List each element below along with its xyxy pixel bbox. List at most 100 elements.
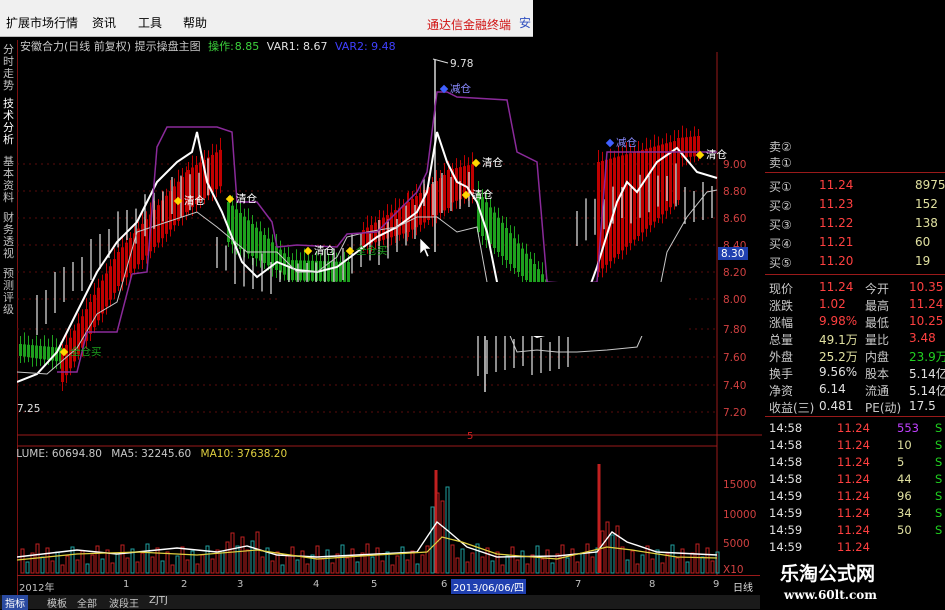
- volume-bar: [635, 563, 640, 574]
- volume-bar: [410, 550, 415, 574]
- volume-bar: [405, 559, 410, 574]
- volume-bar: [330, 562, 335, 574]
- volume-ma-lines: [17, 520, 718, 561]
- side-tab-fundamentals[interactable]: 基本资料: [2, 156, 15, 204]
- volume-bar: [515, 559, 520, 574]
- side-tab-financial[interactable]: 财务透视: [2, 212, 15, 260]
- occluding-overlay: [277, 282, 687, 336]
- volume-bar: [590, 556, 595, 574]
- tab-indicator[interactable]: 指标: [2, 595, 28, 610]
- tab-template[interactable]: 模板: [44, 595, 70, 610]
- volume-bar: [115, 553, 120, 574]
- volume-bar: [85, 563, 90, 574]
- buy-level-label: 买②: [769, 199, 792, 213]
- volume-bar: [95, 545, 100, 574]
- buy-level-label: 买④: [769, 237, 792, 251]
- side-tab-bar: 分时走势 技术分析 基本资料 财务透视 预测评级: [0, 40, 18, 595]
- volume-bar: [545, 549, 550, 574]
- buy-level-label: 买⑤: [769, 256, 792, 270]
- tick-time: 14:59: [769, 523, 803, 537]
- volume-bar: [390, 564, 395, 574]
- volume-bar: [320, 558, 325, 574]
- signal-label: 全仓买: [70, 345, 102, 358]
- volume-bar: [420, 554, 425, 574]
- tick-time: 14:58: [769, 472, 803, 486]
- buy-level-price: 11.21: [819, 235, 854, 249]
- buy-level-row: 买① 11.24 8975: [765, 176, 945, 196]
- volume-bar: [625, 559, 630, 574]
- volume-bar: [40, 556, 45, 574]
- signal-label: 清仓: [472, 188, 493, 201]
- stat-value: 3.48: [909, 331, 936, 345]
- volume-bar: [560, 544, 565, 574]
- volume-bar: [350, 548, 355, 574]
- volume-bar: [505, 555, 510, 574]
- volume-bar: [615, 525, 620, 574]
- volume-bar: [345, 557, 350, 574]
- buy-level-label: 买①: [769, 180, 792, 194]
- volume-bar: [620, 546, 625, 574]
- buy-level-row: 买② 11.23 152: [765, 195, 945, 215]
- tick-row: 14:59 11.24 96 S: [765, 488, 945, 504]
- volume-bar: [255, 531, 260, 574]
- tick-direction: S: [935, 523, 943, 537]
- volume-bar: [180, 546, 185, 574]
- buy-level-row: 买③ 11.22 138: [765, 214, 945, 234]
- tab-bodwang[interactable]: 波段王: [106, 595, 142, 610]
- tick-volume: 5: [897, 455, 905, 469]
- tick-row: 14:58 11.24 5 S: [765, 454, 945, 470]
- buy-level-price: 11.24: [819, 178, 854, 192]
- tick-direction: S: [935, 421, 943, 435]
- volume-bar: [475, 543, 480, 574]
- volume-bar: [335, 553, 340, 574]
- date-cursor-label: 2013/06/06/四: [451, 579, 527, 594]
- menu-item-market[interactable]: 扩展市场行情: [6, 14, 78, 31]
- menu-item-news[interactable]: 资讯: [92, 14, 116, 31]
- volume-bar: [380, 560, 385, 574]
- brand-title[interactable]: 通达信金融终端: [427, 16, 511, 33]
- stat-label: PE(动): [865, 401, 902, 415]
- price-tick-label: 7.40: [723, 380, 746, 392]
- volume-bar: [665, 553, 670, 574]
- tick-row: 14:58 11.24 10 S: [765, 437, 945, 453]
- volume-bar: [270, 560, 275, 574]
- signal-label: 减仓: [616, 136, 637, 149]
- kline-chart[interactable]: 9.008.808.608.408.208.007.807.607.407.20…: [17, 52, 762, 575]
- volume-bar: [200, 554, 205, 574]
- side-tab-technical[interactable]: 技术分析: [2, 98, 15, 146]
- tick-price: 11.24: [837, 523, 870, 537]
- price-tick-label: 8.60: [723, 213, 746, 225]
- volume-bar: [700, 556, 705, 574]
- buy-level-price: 11.23: [819, 197, 854, 211]
- tab-all[interactable]: 全部: [74, 595, 100, 610]
- volume-bar: [490, 560, 495, 574]
- volume-bar: [160, 560, 165, 574]
- menu-item-tools[interactable]: 工具: [138, 14, 162, 31]
- volume-ma5: MA5: 32245.60: [111, 448, 191, 460]
- volume-bar: [710, 560, 715, 574]
- menu-item-truncated[interactable]: 安: [519, 14, 531, 31]
- menu-item-help[interactable]: 帮助: [183, 14, 207, 31]
- volume-bar: [300, 550, 305, 574]
- volume-bar: [555, 553, 560, 574]
- volume-bar: [610, 534, 615, 574]
- signal-label: 清仓: [314, 244, 335, 257]
- tick-row: 14:59 11.24: [765, 539, 945, 555]
- signal-label: 清仓: [706, 148, 727, 161]
- volume-bar: [465, 561, 470, 574]
- volume-bar: [585, 543, 590, 574]
- buy-level-volume: 60: [915, 235, 931, 249]
- tab-zjtj[interactable]: ZJTJ: [146, 595, 171, 606]
- volume-bar: [195, 563, 200, 574]
- signal-label: 清仓: [236, 192, 257, 205]
- volume-bar: [245, 549, 250, 574]
- date-axis-label: 5: [371, 579, 378, 590]
- side-tab-intraday[interactable]: 分时走势: [2, 44, 15, 92]
- volume-bar: [165, 551, 170, 574]
- period-label[interactable]: 日线: [733, 579, 753, 594]
- tick-time: 14:59: [769, 489, 803, 503]
- volume-bar: [140, 552, 145, 574]
- center-marker: 5: [467, 431, 473, 442]
- volume-bar: [100, 558, 105, 574]
- side-tab-forecast[interactable]: 预测评级: [2, 268, 15, 316]
